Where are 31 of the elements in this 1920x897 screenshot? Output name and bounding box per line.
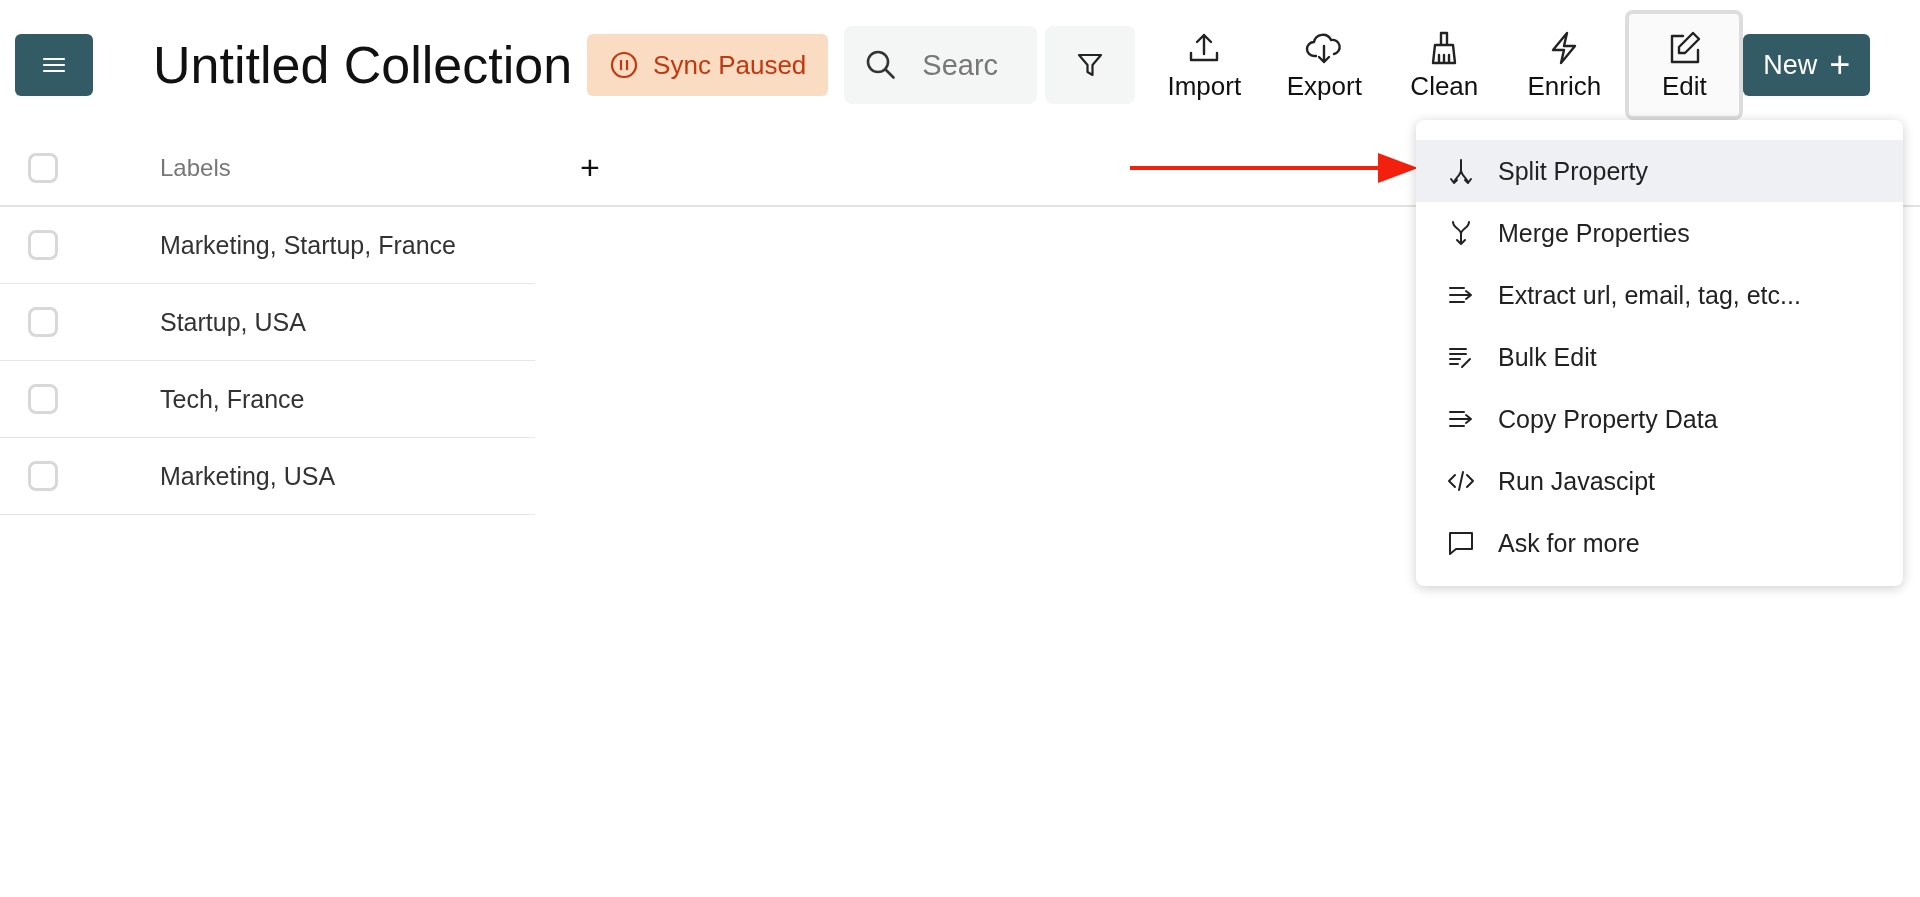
- column-header[interactable]: Labels: [160, 153, 560, 182]
- filter-button[interactable]: [1045, 26, 1136, 104]
- table-cell: Startup, USA: [160, 307, 306, 337]
- menu-item[interactable]: Bulk Edit: [1416, 326, 1903, 388]
- search-field[interactable]: Searc: [844, 26, 1038, 104]
- menu-item[interactable]: Extract url, email, tag, etc...: [1416, 264, 1903, 326]
- menu-item[interactable]: Copy Property Data: [1416, 388, 1903, 450]
- edit-button[interactable]: Edit: [1625, 10, 1744, 120]
- select-all-checkbox[interactable]: [28, 152, 58, 183]
- new-button[interactable]: New +: [1743, 34, 1871, 96]
- row-checkbox[interactable]: [28, 384, 58, 414]
- import-button[interactable]: Import: [1145, 10, 1264, 120]
- enrich-button[interactable]: Enrich: [1505, 10, 1624, 120]
- export-button[interactable]: Export: [1265, 10, 1384, 120]
- menu-item[interactable]: Run Javascipt: [1416, 450, 1903, 512]
- menu-icon: [41, 55, 67, 75]
- table-cell: Tech, France: [160, 384, 305, 414]
- menu-item[interactable]: Split Property: [1416, 140, 1903, 202]
- menu-item[interactable]: Merge Properties: [1416, 202, 1903, 264]
- row-checkbox[interactable]: [28, 307, 58, 337]
- sync-paused-button[interactable]: Sync Paused: [587, 34, 829, 96]
- row-checkbox[interactable]: [28, 461, 58, 491]
- clean-button[interactable]: Clean: [1385, 10, 1504, 120]
- table-cell: Marketing, Startup, France: [160, 230, 456, 260]
- pause-icon: [609, 50, 640, 80]
- table-cell: Marketing, USA: [160, 461, 336, 491]
- add-column-button[interactable]: +: [572, 148, 608, 187]
- menu-item[interactable]: Ask for more: [1416, 512, 1903, 574]
- menu-button[interactable]: [15, 34, 93, 96]
- row-checkbox[interactable]: [28, 230, 58, 260]
- collection-title: Untitled Collection: [153, 35, 573, 95]
